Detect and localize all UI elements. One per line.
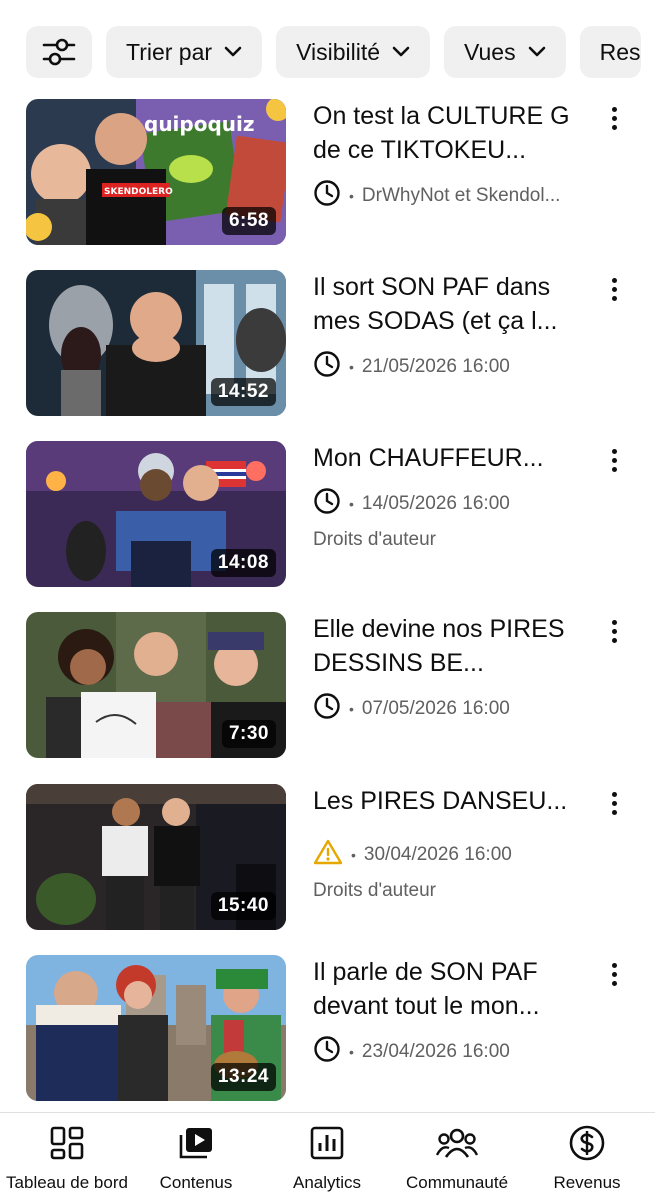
nav-item-analytics[interactable]: Analytics — [257, 1123, 397, 1193]
more-options-icon[interactable] — [604, 788, 624, 818]
video-meta: • DrWhyNot et Skendol... — [313, 179, 583, 213]
chevron-down-icon — [392, 46, 410, 58]
filters-button[interactable] — [26, 26, 92, 78]
nav-label: Communauté — [405, 1173, 509, 1192]
video-item[interactable]: 14:52 Il sort SON PAF dans mes SODAS (et… — [26, 270, 646, 416]
clock-icon — [313, 179, 341, 213]
sliders-icon — [42, 38, 76, 66]
video-thumbnail[interactable]: 15:40 — [26, 784, 286, 930]
video-title[interactable]: On test la CULTURE G de ce TIKTOKEU... — [313, 99, 583, 167]
filter-bar: Trier par Visibilité Vues Res — [26, 26, 641, 78]
scheduled-date: 14/05/2026 16:00 — [361, 493, 510, 514]
video-title[interactable]: Elle devine nos PIRES DESSINS BE... — [313, 612, 583, 680]
video-meta: • 21/05/2026 16:00 — [313, 350, 583, 384]
video-meta: • 14/05/2026 16:00 — [313, 487, 583, 521]
video-item[interactable]: 13:24 Il parle de SON PAF devant tout le… — [26, 955, 646, 1101]
video-thumbnail[interactable]: 13:24 — [26, 955, 286, 1101]
sort-dropdown[interactable]: Trier par — [106, 26, 263, 78]
video-meta-text: DrWhyNot et Skendol... — [361, 185, 561, 206]
duration-badge: 6:58 — [221, 207, 276, 235]
video-title[interactable]: Mon CHAUFFEUR... — [313, 441, 583, 475]
more-options-icon[interactable] — [604, 616, 624, 646]
more-options-icon[interactable] — [604, 103, 624, 133]
scheduled-date: 30/04/2026 16:00 — [363, 844, 512, 865]
sort-label: Trier par — [126, 38, 213, 65]
chevron-down-icon — [224, 46, 242, 58]
clock-icon — [313, 1035, 341, 1069]
copyright-label[interactable]: Droits d'auteur — [313, 529, 583, 551]
video-info: Il sort SON PAF dans mes SODAS (et ça l.… — [313, 270, 583, 384]
visibility-dropdown[interactable]: Visibilité — [276, 26, 431, 78]
dashboard-icon — [49, 1123, 85, 1163]
bottom-navigation: Tableau de bord Contenus Analytics Commu… — [0, 1112, 655, 1200]
views-dropdown[interactable]: Vues — [444, 26, 566, 78]
clock-icon — [313, 350, 341, 384]
video-thumbnail[interactable]: 14:52 — [26, 270, 286, 416]
duration-badge: 14:52 — [210, 378, 276, 406]
dollar-icon — [568, 1123, 606, 1163]
thumb-text: quipoquiz — [144, 112, 255, 136]
nav-label: Analytics — [292, 1173, 362, 1192]
meta-separator: • — [349, 496, 354, 512]
more-options-icon[interactable] — [604, 445, 624, 475]
video-thumbnail[interactable]: 7:30 — [26, 612, 286, 758]
video-title[interactable]: Il sort SON PAF dans mes SODAS (et ça l.… — [313, 270, 583, 338]
analytics-icon — [309, 1123, 345, 1163]
video-thumbnail[interactable]: 14:08 — [26, 441, 286, 587]
copyright-label[interactable]: Droits d'auteur — [313, 880, 583, 902]
more-options-icon[interactable] — [604, 274, 624, 304]
meta-separator: • — [349, 188, 354, 204]
video-info: Mon CHAUFFEUR... • 14/05/2026 16:00 Droi… — [313, 441, 583, 551]
scheduled-date: 21/05/2026 16:00 — [361, 356, 510, 377]
scheduled-date: 07/05/2026 16:00 — [361, 698, 510, 719]
video-thumbnail[interactable]: SKENDOLERO quipoquiz 6:58 — [26, 99, 286, 245]
video-info: Elle devine nos PIRES DESSINS BE... • 07… — [313, 612, 583, 726]
more-options-icon[interactable] — [604, 959, 624, 989]
content-icon — [177, 1123, 215, 1163]
video-item[interactable]: SKENDOLERO quipoquiz 6:58 On test la CUL… — [26, 99, 646, 245]
nav-label: Revenus — [553, 1173, 621, 1192]
video-meta: • 23/04/2026 16:00 — [313, 1035, 583, 1069]
video-title[interactable]: Les PIRES DANSEU... — [313, 784, 583, 818]
nav-label: Contenus — [159, 1173, 233, 1192]
nav-item-dashboard[interactable]: Tableau de bord — [0, 1123, 137, 1193]
meta-separator: • — [351, 847, 356, 863]
video-info: Il parle de SON PAF devant tout le mon..… — [313, 955, 583, 1069]
scheduled-date: 23/04/2026 16:00 — [361, 1041, 510, 1062]
meta-separator: • — [349, 701, 354, 717]
video-item[interactable]: 14:08 Mon CHAUFFEUR... • 14/05/2026 16:0… — [26, 441, 646, 587]
clock-icon — [313, 692, 341, 726]
chevron-down-icon — [528, 46, 546, 58]
video-info: Les PIRES DANSEU... • 30/04/2026 16:00 D… — [313, 784, 583, 902]
video-meta: • 07/05/2026 16:00 — [313, 692, 583, 726]
duration-badge: 13:24 — [210, 1063, 276, 1091]
duration-badge: 15:40 — [210, 892, 276, 920]
video-title[interactable]: Il parle de SON PAF devant tout le mon..… — [313, 955, 583, 1023]
restrictions-dropdown[interactable]: Res — [579, 26, 641, 78]
warning-icon[interactable] — [313, 838, 343, 872]
nav-item-content[interactable]: Contenus — [126, 1123, 266, 1193]
video-meta: • 30/04/2026 16:00 — [313, 838, 583, 872]
studio-content-screen: Trier par Visibilité Vues Res SKENDOLERO… — [0, 0, 655, 1200]
views-label: Vues — [464, 38, 516, 65]
nav-label: Tableau de bord — [6, 1173, 128, 1192]
duration-badge: 7:30 — [221, 720, 276, 748]
restrictions-label: Res — [599, 38, 641, 65]
video-item[interactable]: 15:40 Les PIRES DANSEU... • 30/04/2026 1… — [26, 784, 646, 930]
video-item[interactable]: 7:30 Elle devine nos PIRES DESSINS BE...… — [26, 612, 646, 758]
meta-separator: • — [349, 1044, 354, 1060]
nav-item-community[interactable]: Communauté — [387, 1123, 527, 1193]
duration-badge: 14:08 — [210, 549, 276, 577]
nav-item-earn[interactable]: Revenus — [517, 1123, 655, 1193]
thumb-text: SKENDOLERO — [104, 187, 173, 197]
clock-icon — [313, 487, 341, 521]
community-icon — [436, 1123, 478, 1163]
video-info: On test la CULTURE G de ce TIKTOKEU... •… — [313, 99, 583, 213]
visibility-label: Visibilité — [296, 38, 381, 65]
meta-separator: • — [349, 359, 354, 375]
